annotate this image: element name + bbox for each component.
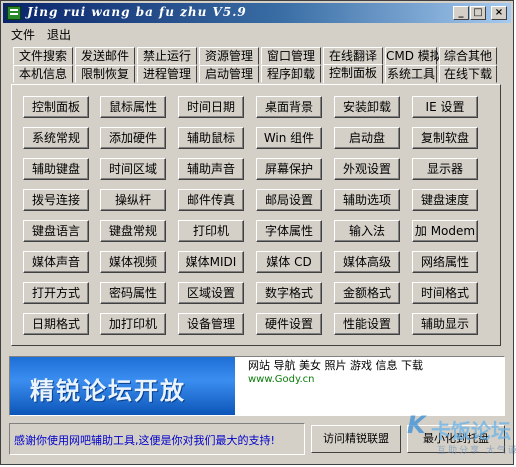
tab-block-run[interactable]: 禁止运行	[137, 47, 197, 65]
btn-media-video[interactable]: 媒体视频	[100, 251, 166, 273]
btn-desktop-background[interactable]: 桌面背景	[256, 96, 322, 118]
tab-resource-manager[interactable]: 资源管理	[199, 47, 259, 65]
btn-post-office[interactable]: 邮局设置	[256, 189, 322, 211]
btn-media-advanced[interactable]: 媒体高级	[334, 251, 400, 273]
menu-bar: 文件 退出	[3, 24, 511, 42]
watermark-slogan: 互助分享 大气谦和	[437, 446, 516, 456]
tab-process-manager[interactable]: 进程管理	[137, 65, 197, 83]
status-message: 感谢你使用网吧辅助工具,这便是你对我们最大的支持!	[14, 434, 275, 447]
control-panel-page: 控制面板 鼠标属性 时间日期 桌面背景 安装卸载 IE 设置 系统常规 添加硬件…	[11, 84, 501, 346]
tab-row-1: 文件搜索 发送邮件 禁止运行 资源管理 窗口管理 在线翻译 CMD 模拟 综合其…	[11, 47, 501, 65]
btn-keyboard-speed[interactable]: 键盘速度	[412, 189, 478, 211]
visit-forum-button[interactable]: 访问精锐联盟	[311, 425, 401, 453]
banner-headline: 精锐论坛开放	[30, 377, 186, 405]
btn-accessibility-sound[interactable]: 辅助声音	[178, 158, 244, 180]
btn-hardware-settings[interactable]: 硬件设置	[256, 313, 322, 335]
btn-copy-floppy[interactable]: 复制软盘	[412, 127, 478, 149]
tab-cmd-emulator[interactable]: CMD 模拟	[385, 47, 442, 65]
tab-system-info[interactable]: 本机信息	[13, 65, 73, 83]
tab-online-download[interactable]: 在线下载	[439, 65, 497, 83]
btn-media-sound[interactable]: 媒体声音	[23, 251, 89, 273]
btn-date-time[interactable]: 时间日期	[178, 96, 244, 118]
status-box: 感谢你使用网吧辅助工具,这便是你对我们最大的支持!	[9, 423, 305, 455]
minimize-button[interactable]: _	[453, 6, 469, 20]
btn-media-midi[interactable]: 媒体MIDI	[178, 251, 244, 273]
btn-performance-settings[interactable]: 性能设置	[334, 313, 400, 335]
watermark-title: 卡饭论坛	[431, 419, 511, 443]
title-bar[interactable]: Jing rui wang ba fu zhu V5.9 _ □ ×	[3, 3, 511, 23]
btn-dialup[interactable]: 拨号连接	[23, 189, 89, 211]
btn-mail-fax[interactable]: 邮件传真	[178, 189, 244, 211]
main-window: Jing rui wang ba fu zhu V5.9 _ □ × 文件 退出…	[0, 0, 516, 465]
btn-device-manager[interactable]: 设备管理	[178, 313, 244, 335]
btn-add-hardware[interactable]: 添加硬件	[100, 127, 166, 149]
tab-system-tools[interactable]: 系统工具	[385, 65, 437, 83]
btn-keyboard-language[interactable]: 键盘语言	[23, 220, 89, 242]
btn-currency-format[interactable]: 金额格式	[334, 282, 400, 304]
btn-time-format[interactable]: 时间格式	[412, 282, 478, 304]
btn-appearance[interactable]: 外观设置	[334, 158, 400, 180]
btn-screensaver[interactable]: 屏幕保护	[256, 158, 322, 180]
btn-accessibility-keyboard[interactable]: 辅助键盘	[23, 158, 89, 180]
tab-window-manager[interactable]: 窗口管理	[261, 47, 321, 65]
btn-font-properties[interactable]: 字体属性	[256, 220, 322, 242]
btn-add-modem[interactable]: 加 Modem	[412, 220, 478, 242]
app-icon	[7, 6, 21, 20]
btn-printers[interactable]: 打印机	[178, 220, 244, 242]
btn-time-zone[interactable]: 时间区域	[100, 158, 166, 180]
btn-joystick[interactable]: 操纵杆	[100, 189, 166, 211]
window-title: Jing rui wang ba fu zhu V5.9	[27, 5, 247, 19]
btn-startup-disk[interactable]: 启动盘	[334, 127, 400, 149]
watermark: K 卡饭论坛 互助分享 大气谦和	[407, 409, 516, 461]
btn-add-remove[interactable]: 安装卸载	[334, 96, 400, 118]
btn-network-properties[interactable]: 网络属性	[412, 251, 478, 273]
btn-win-components[interactable]: Win 组件	[256, 127, 322, 149]
tab-file-search[interactable]: 文件搜索	[13, 47, 73, 65]
banner-url[interactable]: www.Gody.cn	[248, 374, 315, 385]
banner-image[interactable]: 精锐论坛开放	[10, 357, 235, 415]
btn-add-printer[interactable]: 加打印机	[100, 313, 166, 335]
btn-system-general[interactable]: 系统常规	[23, 127, 89, 149]
btn-accessibility-mouse[interactable]: 辅助鼠标	[178, 127, 244, 149]
btn-password-properties[interactable]: 密码属性	[100, 282, 166, 304]
tab-misc[interactable]: 综合其他	[439, 47, 497, 65]
maximize-button[interactable]: □	[470, 6, 486, 20]
tab-online-translate[interactable]: 在线翻译	[323, 47, 383, 65]
btn-open-with[interactable]: 打开方式	[23, 282, 89, 304]
ad-banner[interactable]: 精锐论坛开放 网站 导航 美女 照片 游戏 信息 下载 www.Gody.cn	[9, 356, 505, 416]
btn-number-format[interactable]: 数字格式	[256, 282, 322, 304]
tab-uninstall[interactable]: 程序卸载	[261, 65, 321, 83]
btn-display[interactable]: 显示器	[412, 158, 478, 180]
btn-keyboard-general[interactable]: 键盘常规	[100, 220, 166, 242]
tab-row-2: 本机信息 限制恢复 进程管理 启动管理 程序卸载 控制面板 系统工具 在线下载	[11, 64, 501, 84]
banner-nav-links[interactable]: 网站 导航 美女 照片 游戏 信息 下载	[248, 357, 423, 373]
btn-accessibility-display[interactable]: 辅助显示	[412, 313, 478, 335]
btn-mouse-properties[interactable]: 鼠标属性	[100, 96, 166, 118]
close-button[interactable]: ×	[491, 6, 507, 20]
btn-date-format[interactable]: 日期格式	[23, 313, 89, 335]
menu-file[interactable]: 文件	[11, 26, 35, 43]
tab-send-mail[interactable]: 发送邮件	[75, 47, 135, 65]
btn-input-method[interactable]: 输入法	[334, 220, 400, 242]
tab-control-panel[interactable]: 控制面板	[323, 64, 383, 84]
tab-startup-manager[interactable]: 启动管理	[199, 65, 259, 83]
btn-media-cd[interactable]: 媒体 CD	[256, 251, 322, 273]
btn-regional-settings[interactable]: 区域设置	[178, 282, 244, 304]
tab-restriction-restore[interactable]: 限制恢复	[75, 65, 135, 83]
menu-exit[interactable]: 退出	[47, 26, 71, 43]
watermark-logo-icon: K	[407, 411, 426, 439]
btn-accessibility-options[interactable]: 辅助选项	[334, 189, 400, 211]
btn-ie-settings[interactable]: IE 设置	[412, 96, 478, 118]
btn-control-panel[interactable]: 控制面板	[23, 96, 89, 118]
